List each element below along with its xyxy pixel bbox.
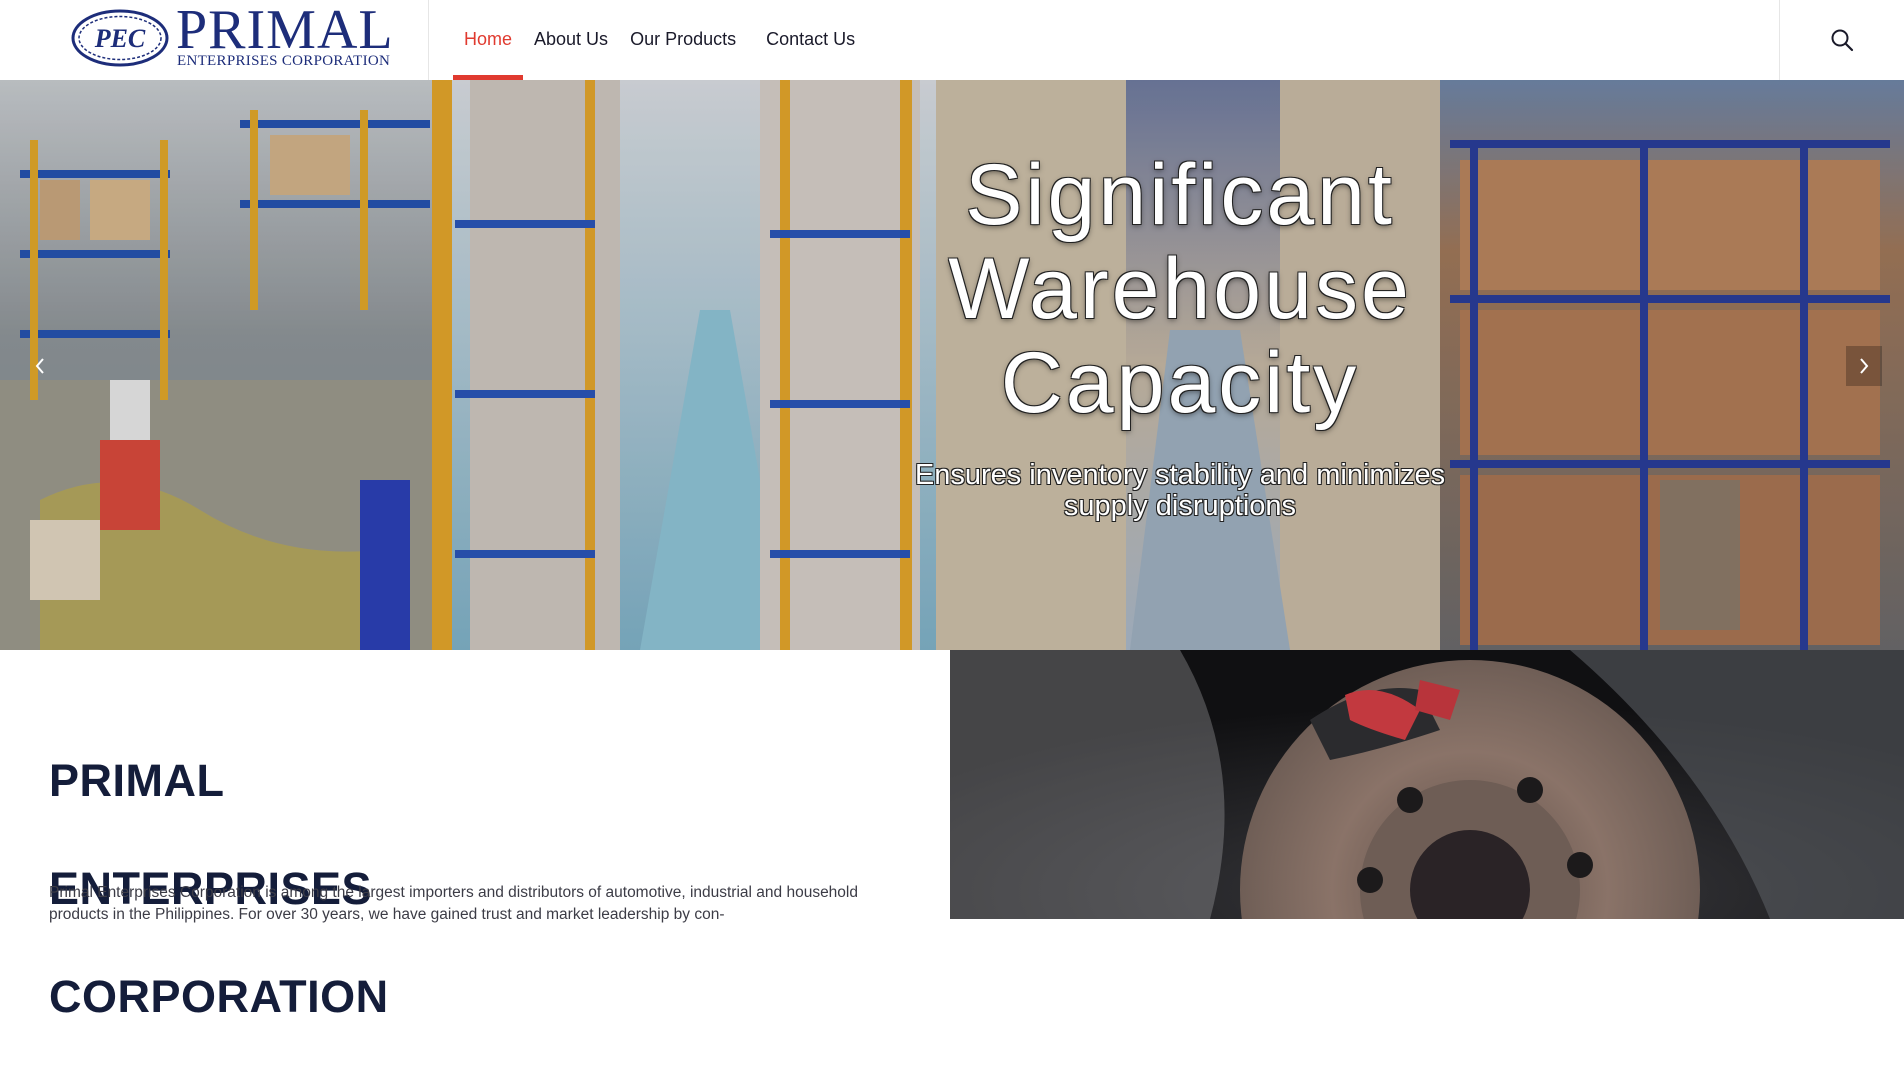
hero-title: Significant Warehouse Capacity	[880, 148, 1480, 430]
about-heading-line: PRIMAL	[49, 755, 225, 806]
logo-subtitle: ENTERPRISES CORPORATION	[177, 53, 391, 69]
nav-home[interactable]: Home	[453, 0, 524, 81]
hero-subtitle-line: Ensures inventory stability and minimize…	[914, 459, 1446, 491]
slider-next-button[interactable]	[1846, 346, 1882, 386]
search-icon[interactable]	[1830, 28, 1854, 52]
site-header: PEC PRIMAL ENTERPRISES CORPORATION Home …	[0, 0, 1904, 81]
hero-title-line: Warehouse	[948, 241, 1412, 337]
hero-subtitle: Ensures inventory stability and minimize…	[880, 460, 1480, 522]
chevron-right-icon	[1860, 358, 1869, 374]
about-paragraph: Primal Enterprises Corporation is among …	[49, 884, 858, 923]
brake-disc-image	[950, 650, 1904, 919]
nav-about-us[interactable]: About Us	[523, 0, 619, 80]
search-area	[1779, 0, 1904, 80]
hero-subtitle-line: supply disruptions	[1063, 490, 1297, 522]
logo-wordmark: PRIMAL	[176, 0, 394, 61]
about-section: PRIMAL ENTERPRISES CORPORATION Primal En…	[0, 650, 950, 1022]
brake-disc-illustration	[950, 650, 1904, 919]
nav-contact-us[interactable]: Contact Us	[755, 0, 866, 80]
about-heading-line: CORPORATION	[49, 971, 389, 1022]
hero-slider: Significant Warehouse Capacity Ensures i…	[0, 80, 1904, 650]
logo[interactable]: PEC PRIMAL ENTERPRISES CORPORATION	[0, 0, 429, 80]
hero-title-line: Capacity	[1000, 335, 1360, 431]
slider-prev-button[interactable]	[22, 346, 58, 386]
main-nav: Home About Us Our Products Contact Us	[453, 0, 866, 81]
logo-mark-text: PEC	[94, 24, 146, 53]
hero-title-line: Significant	[965, 147, 1395, 243]
chevron-left-icon	[35, 358, 44, 374]
pec-seal-icon: PEC	[71, 9, 169, 67]
nav-our-products[interactable]: Our Products	[619, 0, 747, 80]
